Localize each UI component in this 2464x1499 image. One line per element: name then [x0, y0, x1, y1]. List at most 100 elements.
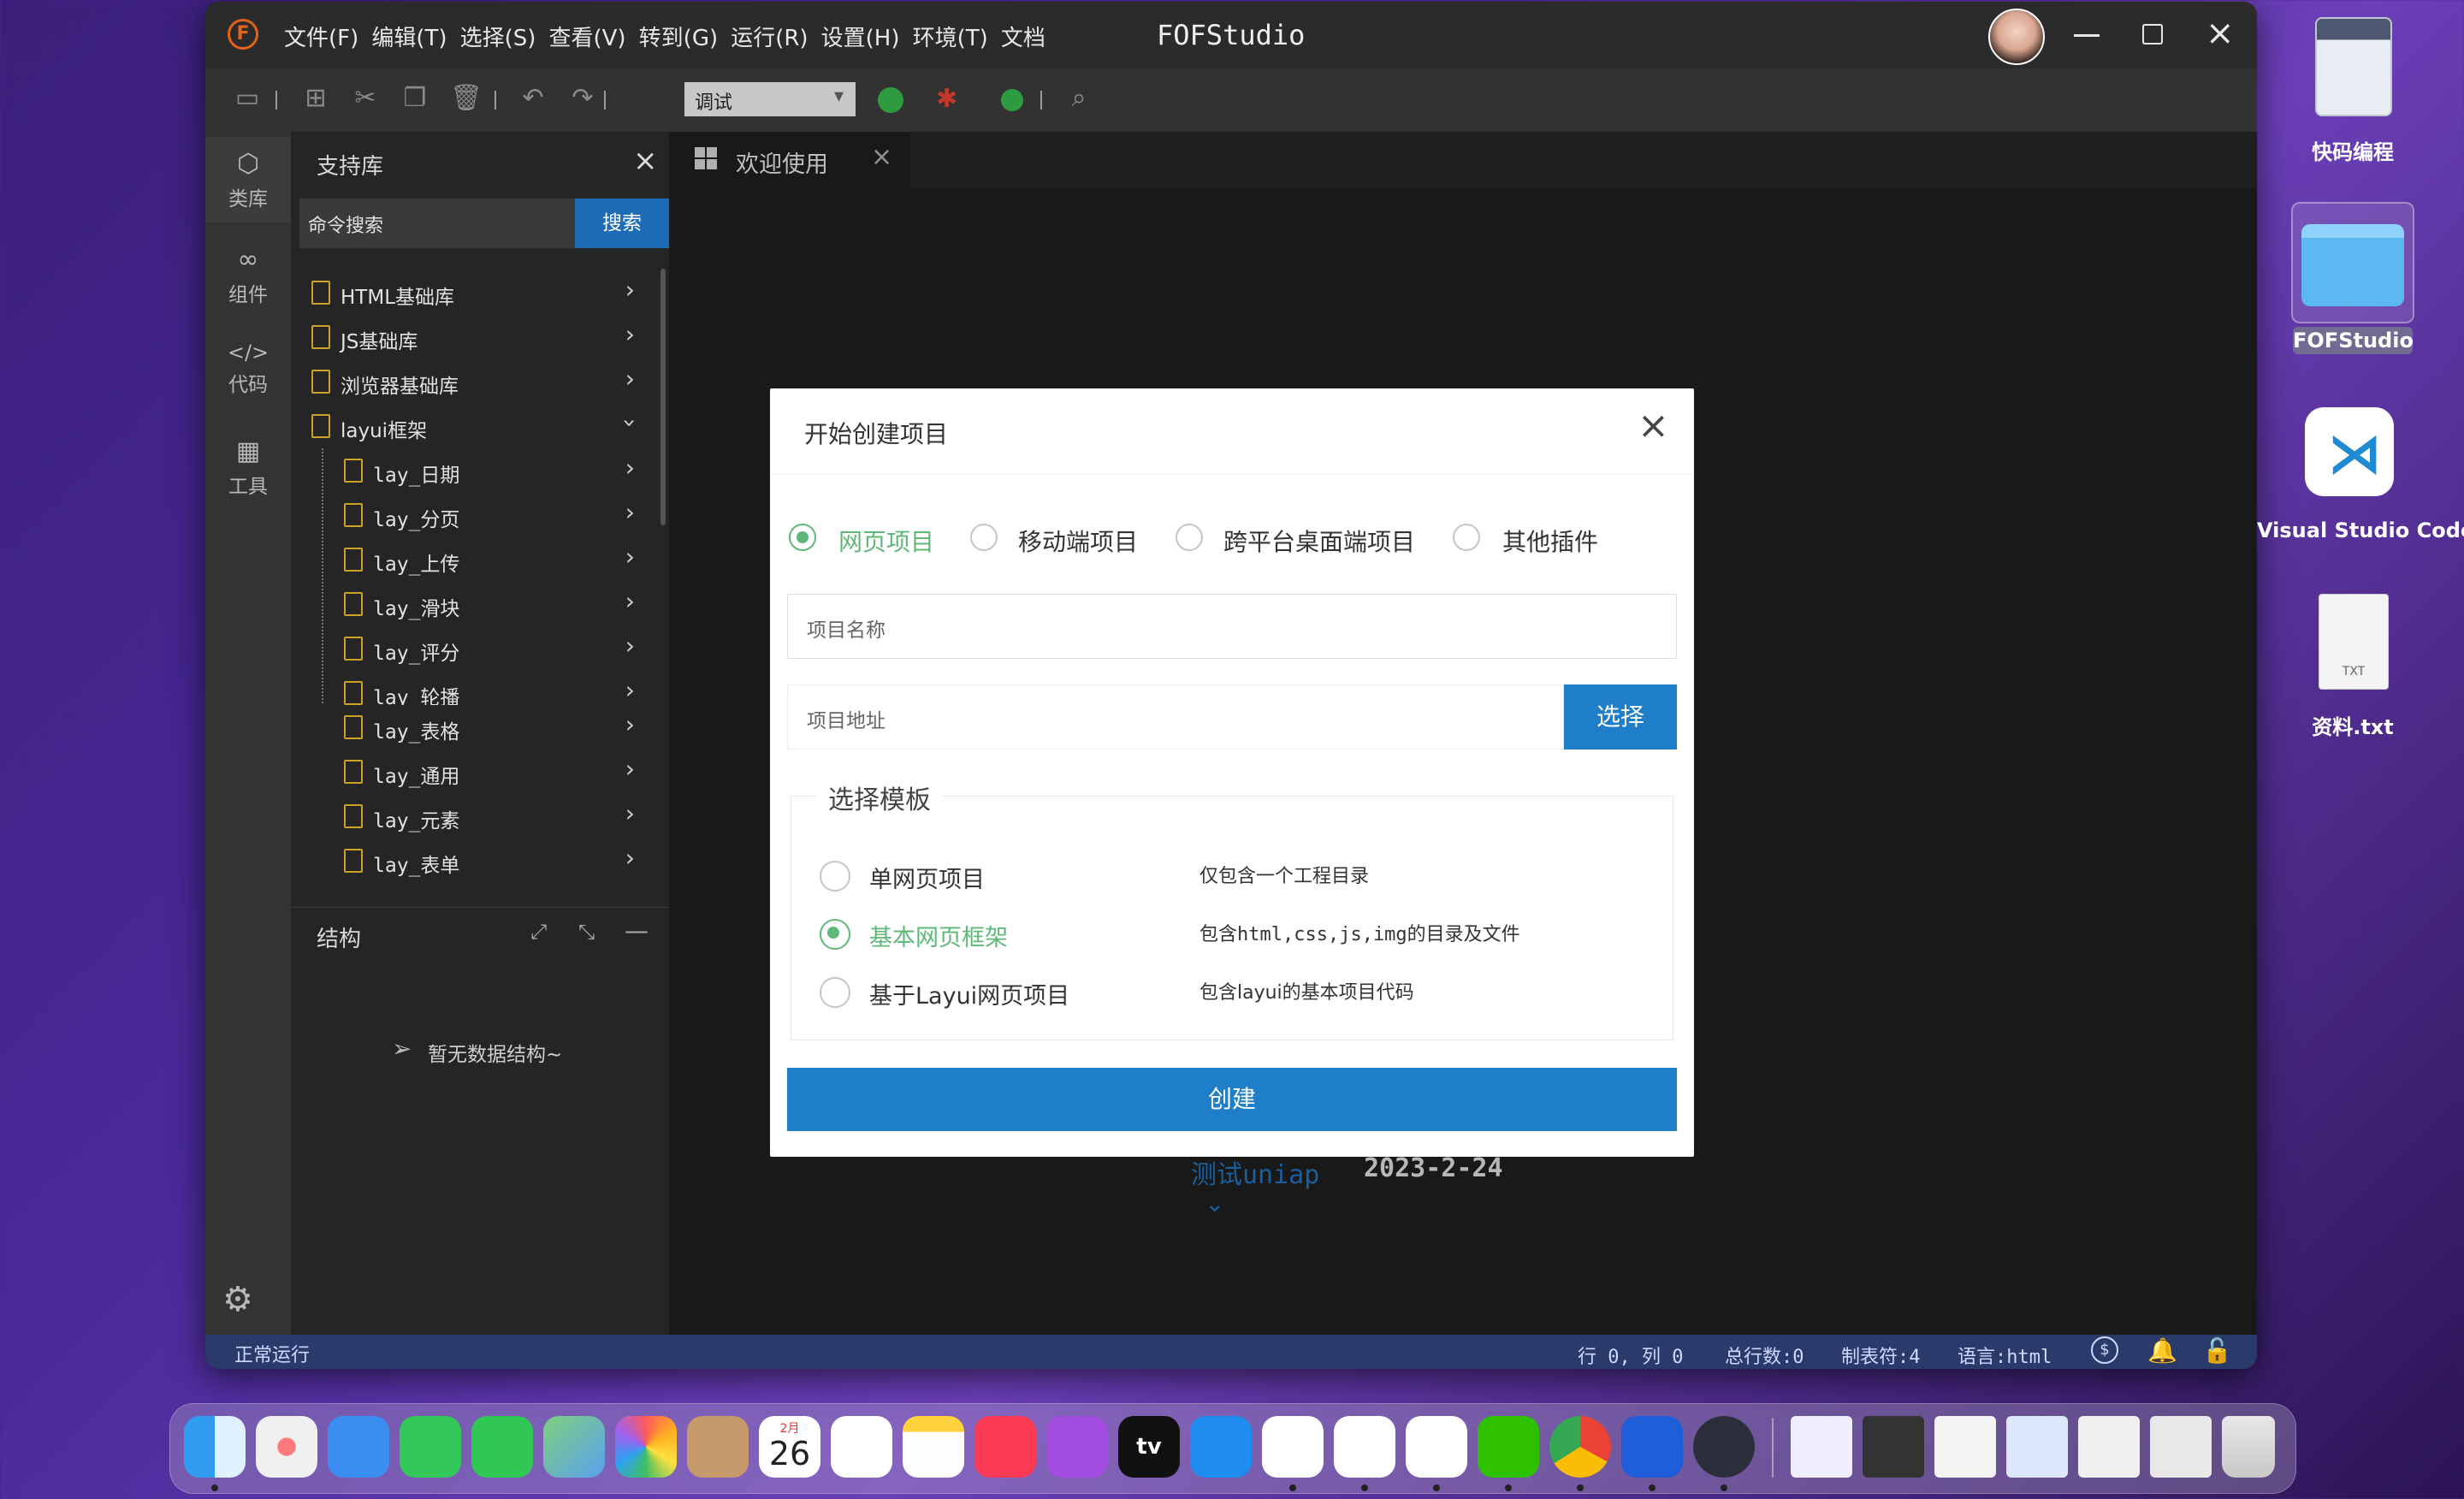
- menu-file[interactable]: 文件(F): [284, 21, 358, 52]
- menu-run[interactable]: 运行(R): [731, 21, 808, 52]
- electron-icon[interactable]: [1693, 1416, 1755, 1478]
- contacts-icon[interactable]: [687, 1416, 749, 1478]
- minimized-window-icon[interactable]: [2078, 1416, 2140, 1478]
- choose-path-button[interactable]: 选择: [1564, 684, 1677, 750]
- lib-item-lay-table[interactable]: lay_表格 ›: [291, 705, 650, 748]
- save-icon[interactable]: ▭: [233, 84, 262, 113]
- dingtalk-icon[interactable]: [1334, 1416, 1395, 1478]
- record-icon[interactable]: [1001, 89, 1023, 111]
- lib-item-lay-rate[interactable]: lay_评分 ›: [291, 626, 650, 669]
- lib-item-lay-upload[interactable]: lay_上传 ›: [291, 537, 650, 580]
- lib-item-html[interactable]: HTML基础库 ›: [291, 270, 650, 313]
- lib-item-browser[interactable]: 浏览器基础库 ›: [291, 359, 650, 402]
- scrollbar[interactable]: [660, 269, 666, 525]
- close-dialog-icon[interactable]: ×: [1638, 404, 1669, 447]
- activity-library[interactable]: ⬡ 类库: [205, 137, 291, 222]
- apple-tv-icon[interactable]: tv: [1118, 1416, 1180, 1478]
- menu-select[interactable]: 选择(S): [460, 21, 536, 52]
- desktop-icon-fofstudio[interactable]: FOFStudio: [2284, 198, 2421, 361]
- maximize-icon[interactable]: [2142, 24, 2163, 44]
- minimized-window-icon[interactable]: [2150, 1416, 2212, 1478]
- minimize-icon[interactable]: [2074, 34, 2100, 37]
- minimized-window-icon[interactable]: [1934, 1416, 1996, 1478]
- minimized-window-icon[interactable]: [1863, 1416, 1924, 1478]
- copy-icon[interactable]: ❐: [400, 84, 429, 113]
- lib-item-lay-date[interactable]: lay_日期 ›: [291, 448, 650, 491]
- finder-icon[interactable]: [184, 1416, 246, 1478]
- project-type-web[interactable]: 网页项目: [789, 524, 960, 558]
- facetime-icon[interactable]: [400, 1416, 461, 1478]
- minimize-panel-icon[interactable]: —: [625, 916, 649, 945]
- calendar-icon[interactable]: 2月 26: [759, 1416, 820, 1478]
- trash-icon[interactable]: [2222, 1416, 2275, 1478]
- podcasts-icon[interactable]: [1046, 1416, 1108, 1478]
- new-file-icon[interactable]: ⊞: [301, 84, 330, 113]
- dollar-icon[interactable]: $: [2091, 1336, 2118, 1364]
- menu-goto[interactable]: 转到(G): [639, 21, 718, 52]
- menu-env[interactable]: 环境(T): [913, 21, 988, 52]
- template-basic-framework[interactable]: 基本网页框架 包含html,css,js,img的目录及文件: [818, 915, 1639, 951]
- gear-icon[interactable]: ⚙: [222, 1280, 253, 1319]
- lib-item-lay-page[interactable]: lay_分页 ›: [291, 493, 650, 536]
- desktop-icon-vscode[interactable]: ⋊ Visual Studio Code: [2257, 406, 2464, 551]
- project-path-input[interactable]: 项目地址: [787, 684, 1564, 750]
- desktop-icon-txt[interactable]: TXT 资料.txt: [2301, 592, 2404, 746]
- run-icon[interactable]: [878, 87, 903, 113]
- delete-icon[interactable]: 🗑: [450, 84, 483, 113]
- chrome-icon[interactable]: [1549, 1416, 1611, 1478]
- qq-icon[interactable]: [1406, 1416, 1467, 1478]
- music-icon[interactable]: [974, 1416, 1036, 1478]
- template-single-page[interactable]: 单网页项目 仅包含一个工程目录: [818, 857, 1639, 893]
- avatar[interactable]: [1988, 9, 2045, 65]
- menu-edit[interactable]: 编辑(T): [371, 21, 447, 52]
- template-layui[interactable]: 基于Layui网页项目 包含layui的基本项目代码: [818, 974, 1639, 1010]
- activity-components[interactable]: ∞ 组件: [205, 233, 291, 318]
- bell-icon[interactable]: 🔔: [2147, 1336, 2177, 1365]
- command-search-input[interactable]: 命令搜索: [299, 198, 575, 248]
- lib-item-lay-carousel[interactable]: lay_轮播 ›: [291, 671, 650, 705]
- lib-item-lay-slider[interactable]: lay_滑块 ›: [291, 582, 650, 625]
- mail-icon[interactable]: [328, 1416, 389, 1478]
- activity-code[interactable]: </> 代码: [205, 329, 291, 414]
- remote-desktop-icon[interactable]: [1621, 1416, 1683, 1478]
- cut-icon[interactable]: ✂: [351, 84, 380, 113]
- close-panel-icon[interactable]: ×: [633, 144, 658, 178]
- expand-icon[interactable]: ⤢: [530, 920, 547, 944]
- lib-item-js[interactable]: JS基础库 ›: [291, 315, 650, 358]
- project-type-desktop[interactable]: 跨平台桌面端项目: [1176, 524, 1432, 558]
- close-window-icon[interactable]: ×: [2206, 14, 2235, 53]
- lib-item-lay-element[interactable]: lay_元素 ›: [291, 794, 650, 837]
- project-name-input[interactable]: 项目名称: [787, 594, 1677, 659]
- menu-settings[interactable]: 设置(H): [821, 21, 900, 52]
- project-type-mobile[interactable]: 移动端项目: [970, 524, 1158, 558]
- notes-icon[interactable]: [903, 1416, 964, 1478]
- create-button[interactable]: 创建: [787, 1068, 1677, 1131]
- menu-docs[interactable]: 文档: [1001, 21, 1045, 52]
- mode-select[interactable]: 调试 ▾: [684, 82, 856, 116]
- desktop-icon-kuaima[interactable]: 快码编程: [2301, 12, 2404, 166]
- photos-icon[interactable]: [615, 1416, 677, 1478]
- collapse-icon[interactable]: ⤡: [578, 920, 595, 944]
- minimized-window-icon[interactable]: [2006, 1416, 2068, 1478]
- lib-item-lay-form[interactable]: lay_表单 ›: [291, 838, 650, 881]
- lib-item-lay-common[interactable]: lay_通用 ›: [291, 750, 650, 792]
- project-type-plugin[interactable]: 其他插件: [1453, 524, 1624, 558]
- wechat-icon[interactable]: [1478, 1416, 1539, 1478]
- status-language[interactable]: 语言:html: [1958, 1342, 2052, 1369]
- redo-icon[interactable]: ↷: [568, 84, 597, 113]
- debug-bug-icon[interactable]: ✱: [936, 84, 957, 114]
- app-store-icon[interactable]: [1190, 1416, 1252, 1478]
- vscode-dock-icon[interactable]: [1262, 1416, 1324, 1478]
- menu-view[interactable]: 查看(V): [549, 21, 626, 52]
- launchpad-icon[interactable]: [256, 1416, 317, 1478]
- find-icon[interactable]: ⌕: [1064, 84, 1093, 113]
- search-button[interactable]: 搜索: [575, 198, 669, 248]
- undo-icon[interactable]: ↶: [518, 84, 548, 113]
- minimized-window-icon[interactable]: [1791, 1416, 1852, 1478]
- maps-icon[interactable]: [543, 1416, 605, 1478]
- lib-item-layui[interactable]: layui框架 ›: [291, 404, 650, 447]
- unlock-icon[interactable]: 🔓: [2202, 1336, 2232, 1365]
- messages-icon[interactable]: [471, 1416, 533, 1478]
- activity-tools[interactable]: ▦ 工具: [205, 424, 291, 510]
- reminders-icon[interactable]: [831, 1416, 892, 1478]
